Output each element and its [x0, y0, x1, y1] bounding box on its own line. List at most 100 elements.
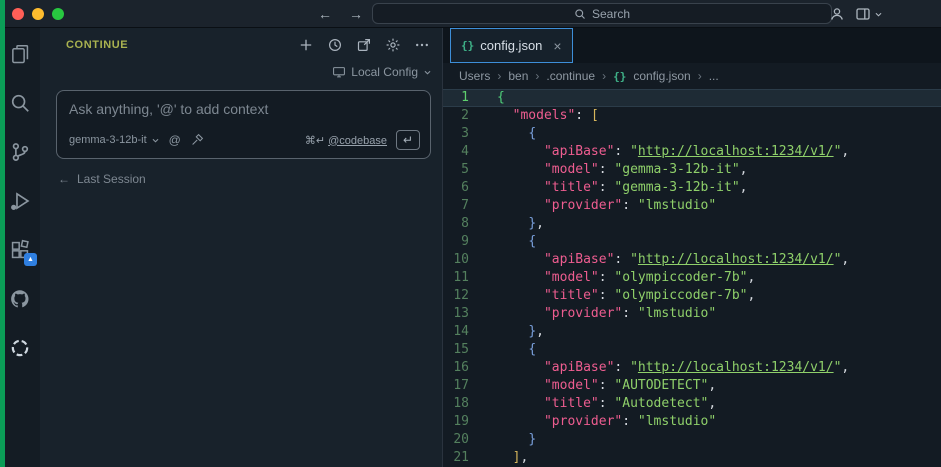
submit-button[interactable]: ↵ [396, 130, 420, 150]
search-placeholder: Search [592, 7, 630, 21]
ellipsis-icon [414, 37, 430, 53]
code-line[interactable]: 4 "apiBase": "http://localhost:1234/v1/"… [443, 143, 941, 161]
breadcrumb-separator: › [497, 69, 501, 83]
code-line[interactable]: 10 "apiBase": "http://localhost:1234/v1/… [443, 251, 941, 269]
minimize-window-button[interactable] [32, 8, 44, 20]
last-session-link[interactable]: ← Last Session [58, 172, 442, 186]
chat-input-box[interactable]: Ask anything, '@' to add context gemma-3… [56, 90, 431, 159]
line-content: "title": "gemma-3-12b-it", [483, 179, 747, 197]
breadcrumb-item[interactable]: Users [459, 69, 490, 83]
open-in-new-icon [356, 37, 372, 53]
chevron-down-icon [874, 10, 883, 19]
line-content: "apiBase": "http://localhost:1234/v1/", [483, 251, 849, 269]
codebase-link[interactable]: @codebase [328, 135, 387, 147]
line-number: 14 [443, 323, 483, 341]
activity-extensions[interactable]: ▲ [8, 238, 32, 262]
layout-icon [855, 6, 871, 22]
last-session-label: Last Session [77, 172, 146, 186]
back-arrow-icon: ← [58, 172, 70, 186]
breadcrumb-separator: › [698, 69, 702, 83]
code-line[interactable]: 21 ], [443, 449, 941, 467]
line-number: 13 [443, 305, 483, 323]
more-actions-button[interactable] [414, 37, 430, 53]
code-lines[interactable]: 1{2 "models": [3 {4 "apiBase": "http://l… [443, 89, 941, 467]
tools-icon [190, 133, 204, 147]
command-center-search[interactable]: Search [372, 3, 832, 24]
breadcrumb-item[interactable]: ben [508, 69, 528, 83]
history-button[interactable] [327, 37, 343, 53]
code-line[interactable]: 2 "models": [ [443, 107, 941, 125]
tab-config-json[interactable]: {} config.json × [450, 28, 573, 63]
model-selector[interactable]: gemma-3-12b-it [69, 134, 160, 146]
line-content: { [483, 341, 536, 359]
code-line[interactable]: 7 "provider": "lmstudio" [443, 197, 941, 215]
line-number: 2 [443, 107, 483, 125]
line-number: 9 [443, 233, 483, 251]
line-number: 4 [443, 143, 483, 161]
add-context-button[interactable]: @ [169, 133, 181, 147]
code-line[interactable]: 19 "provider": "lmstudio" [443, 413, 941, 431]
account-button[interactable] [829, 6, 845, 22]
activity-source-control[interactable] [8, 140, 32, 164]
new-session-button[interactable] [298, 37, 314, 53]
code-line[interactable]: 14 }, [443, 323, 941, 341]
code-line[interactable]: 18 "title": "Autodetect", [443, 395, 941, 413]
github-icon [9, 288, 31, 310]
line-content: "apiBase": "http://localhost:1234/v1/", [483, 143, 849, 161]
zoom-window-button[interactable] [52, 8, 64, 20]
breadcrumb-item[interactable]: config.json [633, 69, 690, 83]
code-line[interactable]: 1{ [443, 89, 941, 107]
code-line[interactable]: 13 "provider": "lmstudio" [443, 305, 941, 323]
history-navigation: ← → [318, 0, 363, 28]
titlebar-right-actions [829, 0, 883, 28]
line-content: { [483, 233, 536, 251]
code-line[interactable]: 3 { [443, 125, 941, 143]
settings-button[interactable] [385, 37, 401, 53]
line-number: 10 [443, 251, 483, 269]
back-button[interactable]: ← [318, 6, 332, 22]
tools-button[interactable] [190, 133, 204, 147]
close-window-button[interactable] [12, 8, 24, 20]
layout-button[interactable] [855, 6, 883, 22]
search-icon [574, 8, 586, 20]
code-line[interactable]: 20 } [443, 431, 941, 449]
titlebar: ← → Search [0, 0, 941, 28]
open-in-new-window-button[interactable] [356, 37, 372, 53]
activity-search[interactable] [8, 91, 32, 115]
code-line[interactable]: 8 }, [443, 215, 941, 233]
breadcrumb-item[interactable]: .continue [546, 69, 595, 83]
line-content: ], [483, 449, 528, 467]
breadcrumb-separator: › [535, 69, 539, 83]
activity-continue[interactable] [8, 336, 32, 360]
history-icon [327, 37, 343, 53]
editor-group: {} config.json × Users › ben › .continue… [443, 28, 941, 467]
continue-icon [9, 337, 31, 359]
forward-button[interactable]: → [349, 6, 363, 22]
model-selector-label: gemma-3-12b-it [69, 134, 147, 146]
line-content: "provider": "lmstudio" [483, 305, 716, 323]
breadcrumb-item[interactable]: ... [709, 69, 719, 83]
line-content: "apiBase": "http://localhost:1234/v1/", [483, 359, 849, 377]
tab-label: config.json [480, 38, 542, 53]
tab-close-button[interactable]: × [553, 38, 561, 54]
continue-sidebar: CONTINUE Local Config Ask anything, '@' … [40, 28, 443, 467]
run-debug-icon [9, 190, 31, 212]
config-selector[interactable]: Local Config [40, 62, 442, 82]
code-line[interactable]: 5 "model": "gemma-3-12b-it", [443, 161, 941, 179]
line-content: "title": "Autodetect", [483, 395, 716, 413]
line-content: "provider": "lmstudio" [483, 197, 716, 215]
line-number: 5 [443, 161, 483, 179]
chevron-down-icon [151, 136, 160, 145]
code-line[interactable]: 6 "title": "gemma-3-12b-it", [443, 179, 941, 197]
line-number: 17 [443, 377, 483, 395]
code-line[interactable]: 15 { [443, 341, 941, 359]
code-line[interactable]: 11 "model": "olympiccoder-7b", [443, 269, 941, 287]
line-number: 3 [443, 125, 483, 143]
code-line[interactable]: 17 "model": "AUTODETECT", [443, 377, 941, 395]
activity-explorer[interactable] [8, 42, 32, 66]
code-line[interactable]: 12 "title": "olympiccoder-7b", [443, 287, 941, 305]
activity-github[interactable] [8, 287, 32, 311]
code-line[interactable]: 16 "apiBase": "http://localhost:1234/v1/… [443, 359, 941, 377]
code-line[interactable]: 9 { [443, 233, 941, 251]
activity-run-debug[interactable] [8, 189, 32, 213]
